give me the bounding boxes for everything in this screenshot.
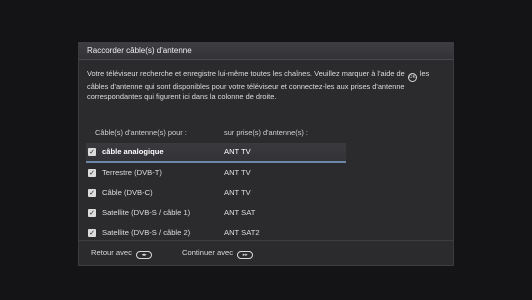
antenna-port: ANT TV — [224, 168, 251, 177]
list-item-terrestrial[interactable]: ✓ Terrestre (DVB-T) ANT TV — [86, 163, 346, 183]
continue-key-icon: ▸▸ — [237, 251, 254, 259]
cable-name: Terrestre (DVB-T) — [102, 168, 162, 177]
column-header-cables: Câble(s) d'antenne(s) pour : — [95, 128, 187, 137]
cable-name: Satellite (DVB-S / câble 1) — [102, 208, 191, 217]
antenna-setup-dialog: Raccorder câble(s) d'antenne Votre télév… — [78, 42, 454, 266]
cable-name: Câble (DVB-C) — [102, 188, 153, 197]
continue-label: Continuer avec — [182, 248, 234, 257]
ok-button-icon: OK — [407, 73, 417, 82]
back-key-icon: ◂▸ — [136, 251, 153, 259]
cable-name: câble analogique — [102, 147, 164, 156]
checkbox-checked-icon[interactable]: ✓ — [88, 169, 96, 177]
checkbox-checked-icon[interactable]: ✓ — [88, 229, 96, 237]
back-label: Retour avec — [91, 248, 132, 257]
checkbox-checked-icon[interactable]: ✓ — [88, 209, 96, 217]
dialog-description: Votre téléviseur recherche et enregistre… — [79, 60, 453, 113]
column-headers: Câble(s) d'antenne(s) pour : sur prise(s… — [79, 128, 453, 140]
antenna-port: ANT TV — [224, 188, 251, 197]
checkbox-checked-icon[interactable]: ✓ — [88, 189, 96, 197]
list-item-cable-dvbc[interactable]: ✓ Câble (DVB-C) ANT TV — [86, 183, 346, 203]
antenna-port: ANT TV — [224, 147, 251, 156]
dialog-title: Raccorder câble(s) d'antenne — [79, 43, 453, 60]
antenna-cable-list: ✓ câble analogique ANT TV ✓ Terrestre (D… — [86, 143, 346, 243]
description-text-part1: Votre téléviseur recherche et enregistre… — [87, 69, 405, 78]
back-hint[interactable]: Retour avec ◂▸ — [91, 241, 153, 265]
dialog-footer: Retour avec ◂▸ Continuer avec ▸▸ — [79, 240, 453, 265]
checkbox-checked-icon[interactable]: ✓ — [88, 148, 96, 156]
antenna-port: ANT SAT — [224, 208, 256, 217]
list-item-satellite-1[interactable]: ✓ Satellite (DVB-S / câble 1) ANT SAT — [86, 203, 346, 223]
continue-hint[interactable]: Continuer avec ▸▸ — [182, 241, 254, 265]
tv-screen: Raccorder câble(s) d'antenne Votre télév… — [0, 0, 532, 300]
list-item-analog-cable[interactable]: ✓ câble analogique ANT TV — [86, 143, 346, 163]
column-header-ports: sur prise(s) d'antenne(s) : — [224, 128, 308, 137]
